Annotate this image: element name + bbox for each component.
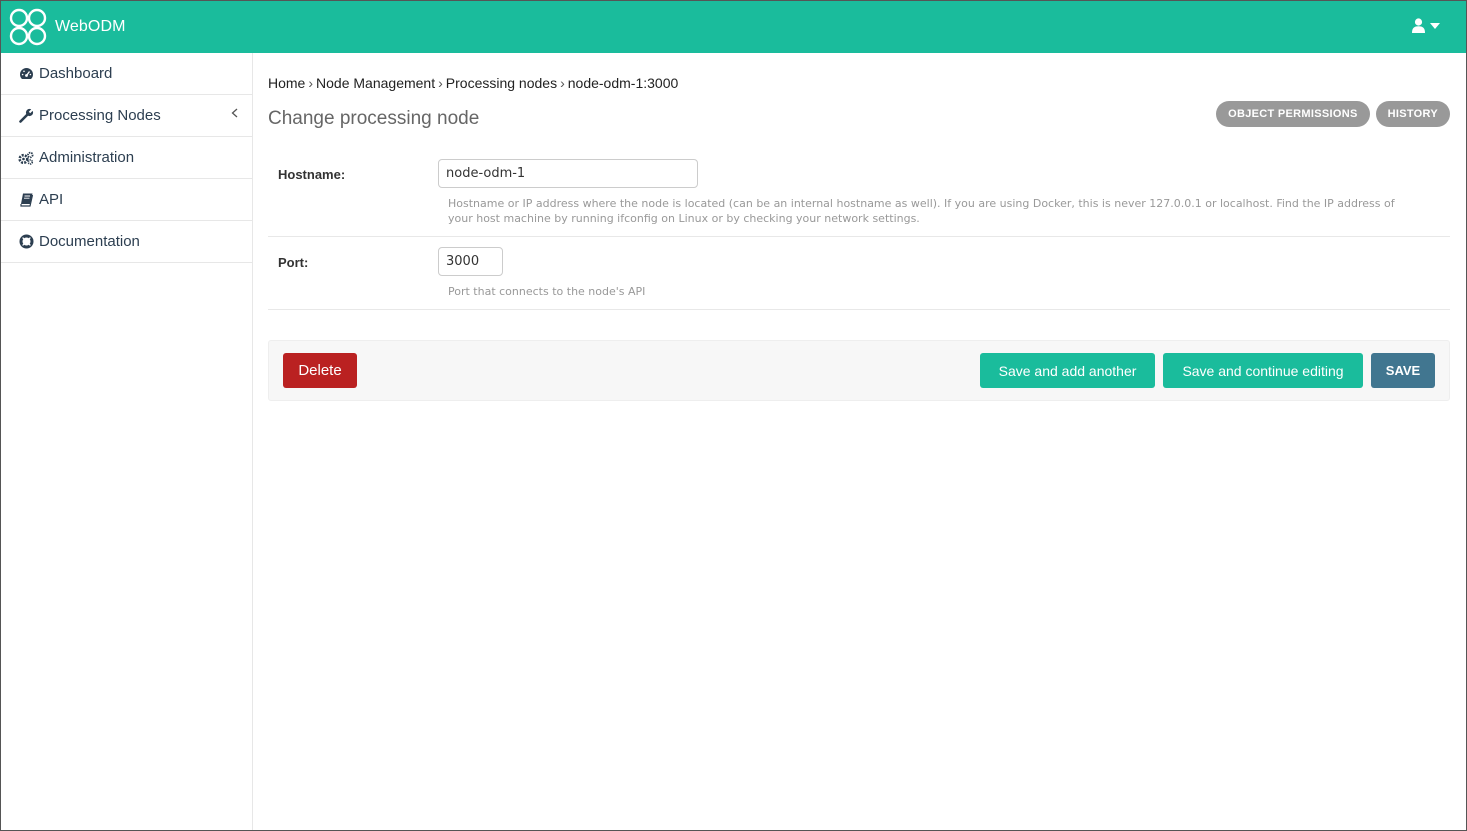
sidebar-item-label: Dashboard [39, 65, 113, 82]
port-row: Port: Port that connects to the node's A… [268, 237, 1450, 310]
user-menu-toggle[interactable] [1412, 18, 1440, 33]
port-help-text: Port that connects to the node's API [448, 285, 646, 298]
breadcrumb-separator: › [308, 75, 314, 91]
object-permissions-button[interactable]: OBJECT PERMISSIONS [1216, 101, 1370, 127]
sidebar: Dashboard Processing Nodes Administratio… [1, 53, 253, 830]
delete-button[interactable]: Delete [283, 353, 357, 388]
history-button[interactable]: HISTORY [1375, 101, 1450, 127]
hostname-row: Hostname: Hostname or IP address where t… [268, 145, 1450, 237]
sidebar-item-administration[interactable]: Administration [1, 137, 252, 179]
dashboard-icon [18, 66, 34, 82]
port-input[interactable] [438, 247, 503, 276]
brand-name: WebODM [55, 18, 126, 35]
sidebar-item-label: Processing Nodes [39, 107, 161, 124]
hostname-label: Hostname: [278, 167, 346, 182]
app-window: WebODM Dashboard Processing Nodes Admini… [0, 0, 1467, 831]
wrench-icon [18, 108, 34, 124]
chevron-left-icon[interactable] [231, 108, 238, 118]
submit-row: Delete Save and add another Save and con… [268, 340, 1450, 401]
save-and-continue-button[interactable]: Save and continue editing [1163, 353, 1363, 388]
save-button[interactable]: SAVE [1371, 353, 1435, 388]
breadcrumb-separator: › [560, 75, 565, 91]
sidebar-item-processing-nodes[interactable]: Processing Nodes [1, 95, 252, 137]
life-ring-icon [18, 234, 34, 250]
save-and-add-another-button[interactable]: Save and add another [980, 353, 1155, 388]
port-label: Port: [278, 255, 309, 270]
breadcrumb-separator: › [438, 75, 443, 91]
breadcrumb-home[interactable]: Home [268, 75, 305, 91]
sidebar-item-api[interactable]: API [1, 179, 252, 221]
breadcrumb: Home › Node Management › Processing nodes › no… [268, 75, 678, 91]
main-content: Home › Node Management › Processing nodes › no… [253, 53, 1466, 830]
brand[interactable]: WebODM [9, 8, 126, 46]
top-navbar: WebODM [1, 1, 1466, 53]
hostname-help-text: Hostname or IP address where the node is… [448, 196, 1438, 226]
caret-down-icon [1430, 22, 1440, 29]
hostname-input[interactable] [438, 159, 698, 188]
sidebar-item-dashboard[interactable]: Dashboard [1, 53, 252, 95]
sidebar-item-label: Documentation [39, 233, 140, 250]
sidebar-item-documentation[interactable]: Documentation [1, 221, 252, 263]
hostname-help-line: Hostname or IP address where the node is… [448, 197, 1395, 210]
page-title: Change processing node [268, 108, 480, 129]
user-icon [1412, 18, 1425, 33]
hostname-help-line: your host machine by running ifconfig on… [448, 212, 920, 225]
breadcrumb-processing-nodes[interactable]: Processing nodes [446, 75, 557, 91]
breadcrumb-current: node-odm-1:3000 [567, 75, 679, 91]
sidebar-item-label: Administration [39, 149, 135, 166]
book-icon [18, 192, 34, 208]
sidebar-item-label: API [39, 191, 64, 208]
webodm-logo-icon [9, 8, 47, 46]
object-tools: OBJECT PERMISSIONS HISTORY [1216, 101, 1450, 127]
cogs-icon [18, 150, 34, 166]
breadcrumb-node-management[interactable]: Node Management [316, 75, 435, 91]
